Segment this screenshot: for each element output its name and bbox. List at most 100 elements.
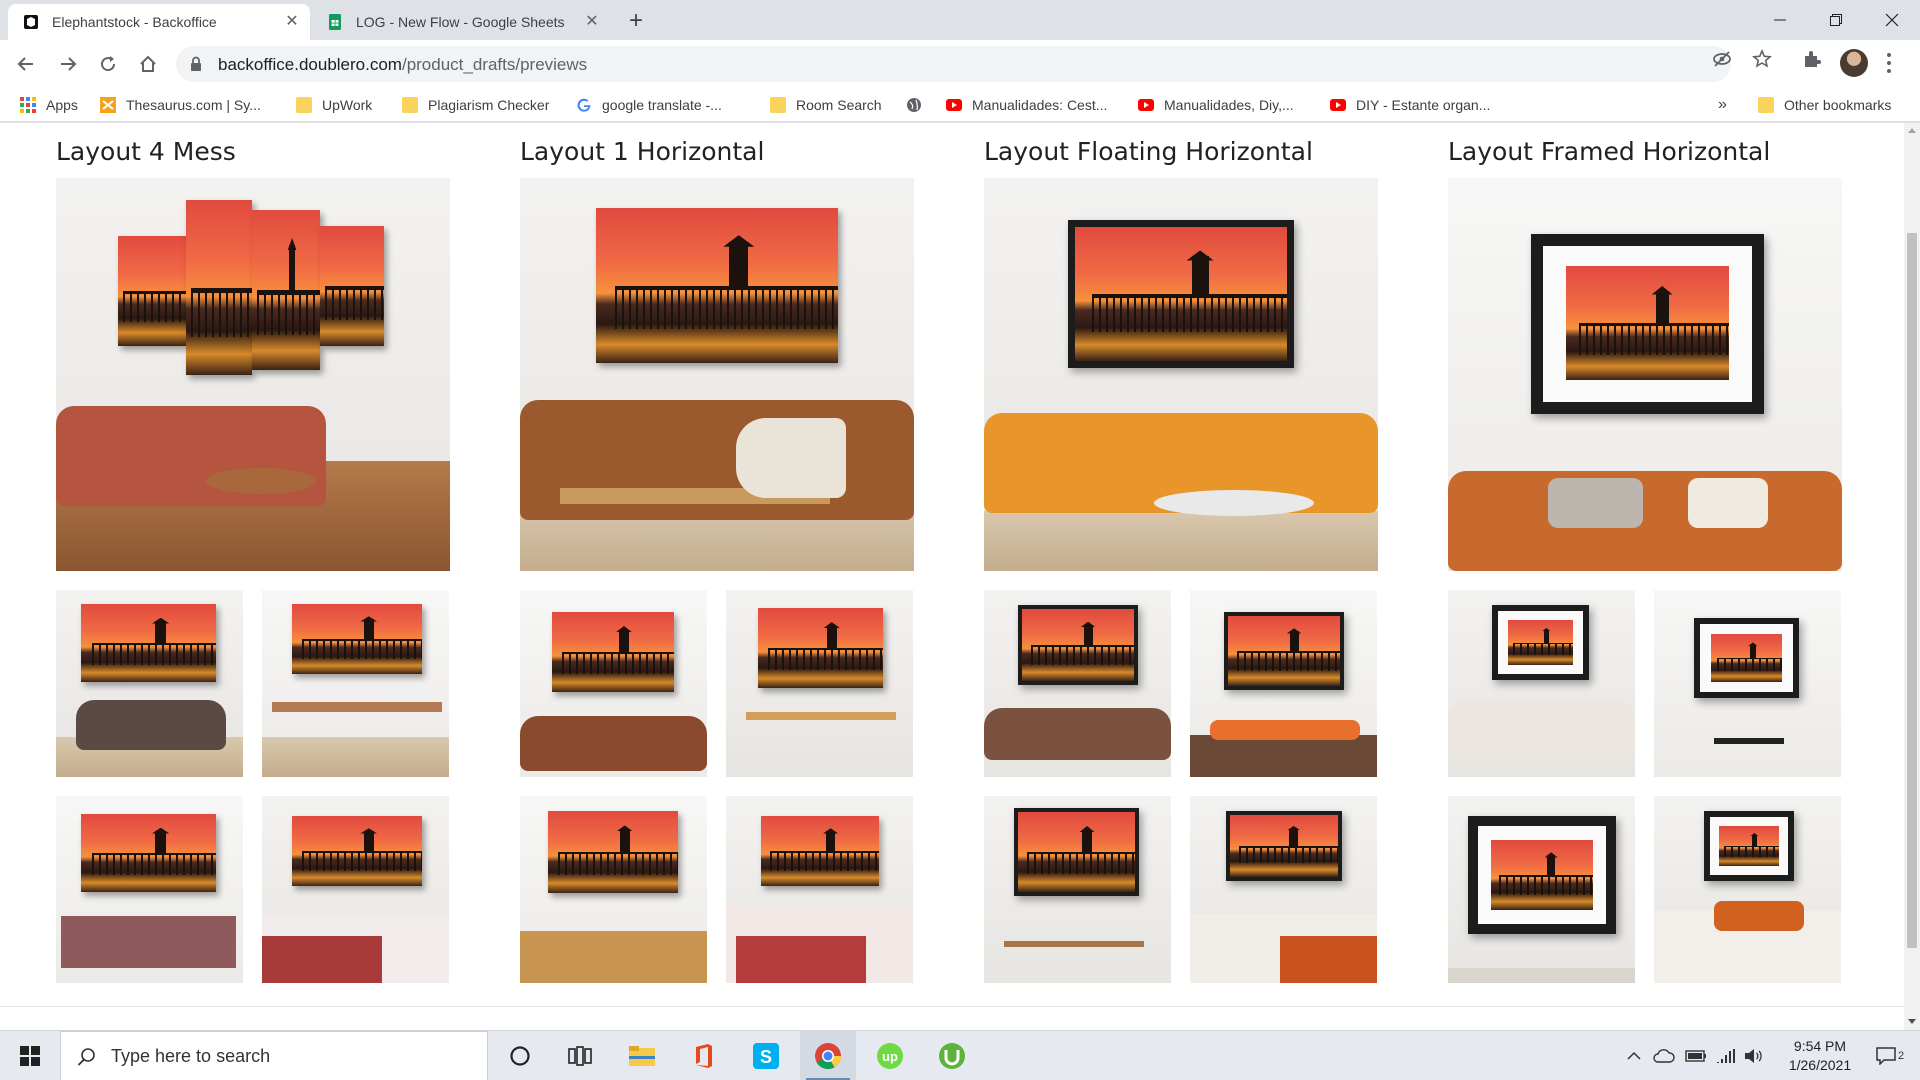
- bookmark-google-translate[interactable]: google translate -...: [576, 94, 722, 116]
- scroll-down-icon[interactable]: [1908, 1019, 1916, 1024]
- thumbnail-image[interactable]: [1654, 796, 1841, 983]
- bookmark-label: Thesaurus.com | Sy...: [126, 97, 261, 113]
- thumbnail-image[interactable]: [726, 590, 913, 777]
- file-explorer-icon: [629, 1046, 655, 1066]
- file-explorer-button[interactable]: [614, 1031, 670, 1080]
- globe-icon: [907, 98, 921, 112]
- windows-logo-icon: [20, 1046, 40, 1066]
- search-placeholder: Type here to search: [111, 1046, 271, 1066]
- taskbar-clock[interactable]: 9:54 PM 1/26/2021: [1760, 1037, 1880, 1075]
- bookmark-diy-estante[interactable]: DIY - Estante organ...: [1330, 94, 1490, 116]
- tab-title: LOG - New Flow - Google Sheets: [356, 14, 565, 30]
- main-preview-image[interactable]: [520, 178, 914, 571]
- black-frame: [1468, 816, 1616, 934]
- taskbar-search[interactable]: Type here to search: [60, 1031, 488, 1080]
- thumbnail-image[interactable]: [1448, 590, 1635, 777]
- blanket: [262, 936, 382, 983]
- thumbnail-image[interactable]: [1190, 590, 1377, 777]
- bookmark-star-icon[interactable]: [1752, 49, 1772, 69]
- upwork-button[interactable]: up: [862, 1031, 918, 1080]
- thumbnail-image[interactable]: [1190, 796, 1377, 983]
- thumbnail-image[interactable]: [262, 796, 449, 983]
- chrome-icon: [815, 1043, 842, 1070]
- start-button[interactable]: [2, 1031, 58, 1080]
- new-tab-button[interactable]: +: [622, 8, 650, 36]
- restore-button[interactable]: [1808, 0, 1864, 40]
- tray-overflow-icon[interactable]: [1624, 1046, 1644, 1066]
- tab-close-icon[interactable]: ✕: [584, 14, 600, 30]
- reload-button[interactable]: [92, 48, 124, 80]
- notifications-button[interactable]: 2: [1870, 1046, 1910, 1066]
- page-scrollbar[interactable]: [1904, 123, 1920, 1030]
- menu-kebab-icon[interactable]: [1886, 52, 1892, 74]
- art-mini: [292, 816, 422, 886]
- notification-count: 2: [1897, 1050, 1905, 1062]
- thumbnail-image[interactable]: [520, 796, 707, 983]
- layout-title: Layout 1 Horizontal: [520, 137, 765, 166]
- other-bookmarks[interactable]: Other bookmarks: [1758, 94, 1891, 116]
- reload-icon: [101, 56, 116, 72]
- bookmark-label: UpWork: [322, 97, 373, 113]
- thumbnail-image[interactable]: [56, 590, 243, 777]
- address-bar[interactable]: backoffice.doublero.com/product_drafts/p…: [176, 46, 1731, 82]
- bookmark-upwork[interactable]: UpWork: [296, 94, 372, 116]
- restore-icon: [1830, 14, 1842, 26]
- bookmark-room-search[interactable]: Room Search: [770, 94, 882, 116]
- office-button[interactable]: [676, 1031, 732, 1080]
- eye-off-icon[interactable]: [1712, 49, 1732, 69]
- browser-toolbar: backoffice.doublero.com/product_drafts/p…: [0, 40, 1920, 88]
- bookmark-globe[interactable]: [906, 94, 932, 116]
- lock-icon[interactable]: [190, 56, 202, 72]
- thumbnail-image[interactable]: [726, 796, 913, 983]
- bookmark-manualidades-1[interactable]: Manualidades: Cest...: [946, 94, 1107, 116]
- floating-frame: [1224, 612, 1344, 690]
- folder-icon: [296, 97, 312, 113]
- thumbnail-image[interactable]: [262, 590, 449, 777]
- tab-elephantstock[interactable]: Elephantstock - Backoffice ✕: [8, 4, 310, 40]
- cortana-button[interactable]: [492, 1031, 548, 1080]
- clock-time: 9:54 PM: [1793, 1038, 1847, 1054]
- task-view-button[interactable]: [552, 1031, 608, 1080]
- main-preview-image[interactable]: [984, 178, 1378, 571]
- thumbnail-image[interactable]: [984, 796, 1171, 983]
- thumbnail-image[interactable]: [984, 590, 1171, 777]
- chrome-button[interactable]: [800, 1031, 856, 1080]
- onedrive-icon[interactable]: [1652, 1046, 1676, 1066]
- skype-button[interactable]: S: [738, 1031, 794, 1080]
- thumbnail-image[interactable]: [1448, 796, 1635, 983]
- thumbnail-image[interactable]: [56, 796, 243, 983]
- bookmark-label: Plagiarism Checker: [428, 97, 550, 113]
- tab-strip: Elephantstock - Backoffice ✕ LOG - New F…: [0, 0, 1920, 40]
- wifi-icon[interactable]: [1714, 1046, 1738, 1066]
- url-domain: backoffice.doublero.com: [218, 55, 402, 74]
- bookmark-thesaurus[interactable]: Thesaurus.com | Sy...: [100, 94, 261, 116]
- scrollbar-thumb[interactable]: [1907, 233, 1917, 948]
- bistro-table: [1714, 738, 1784, 744]
- minimize-button[interactable]: [1752, 0, 1808, 40]
- forward-button[interactable]: [52, 48, 84, 80]
- bookmark-manualidades-2[interactable]: Manualidades, Diy,...: [1138, 94, 1294, 116]
- extensions-puzzle-icon[interactable]: [1802, 49, 1822, 69]
- thumbnail-image[interactable]: [1654, 590, 1841, 777]
- back-button[interactable]: [10, 48, 42, 80]
- close-window-button[interactable]: [1864, 0, 1920, 40]
- profile-avatar[interactable]: [1840, 49, 1868, 77]
- battery-icon[interactable]: [1684, 1046, 1708, 1066]
- console-table: [1004, 941, 1144, 947]
- tab-title: Elephantstock - Backoffice: [52, 14, 217, 30]
- svg-text:S: S: [760, 1047, 772, 1067]
- dining-table: [746, 712, 896, 720]
- scroll-up-icon[interactable]: [1908, 128, 1916, 133]
- tab-close-icon[interactable]: ✕: [284, 14, 300, 30]
- sofa: [1448, 700, 1635, 760]
- bookmark-apps[interactable]: Apps: [20, 94, 78, 116]
- home-button[interactable]: [132, 48, 164, 80]
- thumbnail-image[interactable]: [520, 590, 707, 777]
- url-text[interactable]: backoffice.doublero.com/product_drafts/p…: [218, 55, 587, 75]
- bookmark-plagiarism-checker[interactable]: Plagiarism Checker: [402, 94, 549, 116]
- bookmarks-overflow-button[interactable]: »: [1718, 94, 1727, 116]
- tab-google-sheets[interactable]: LOG - New Flow - Google Sheets ✕: [312, 4, 610, 40]
- main-preview-image[interactable]: [1448, 178, 1842, 571]
- main-preview-image[interactable]: [56, 178, 450, 571]
- utorrent-button[interactable]: [924, 1031, 980, 1080]
